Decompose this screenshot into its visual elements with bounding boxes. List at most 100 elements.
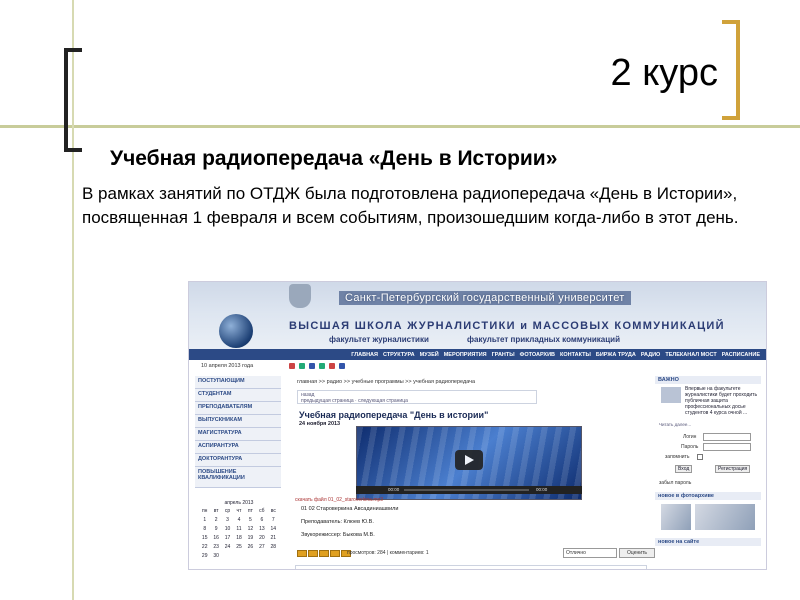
forgot-password-link[interactable]: забыл пароль [659, 480, 691, 486]
calendar-day[interactable]: 4 [233, 517, 244, 523]
calendar-day[interactable]: 30 [210, 553, 221, 559]
calendar-day[interactable]: 13 [256, 526, 267, 532]
calendar-day[interactable]: 22 [199, 544, 210, 550]
rss-icon[interactable] [329, 363, 335, 369]
download-link[interactable]: скачать файл 01_02_staroverkina.mp3 [295, 497, 383, 503]
nav-item-structure[interactable]: СТРУКТУРА [383, 352, 415, 358]
calendar-day[interactable]: 2 [210, 517, 221, 523]
top-navigation: ГЛАВНАЯ СТРУКТУРА МУЗЕЙ МЕРОПРИЯТИЯ ГРАН… [189, 349, 766, 360]
photo-thumbnail-1[interactable] [661, 504, 691, 530]
calendar-day[interactable]: ср [222, 508, 233, 514]
right-column: ВАЖНО Впервые на факультете журналистики… [655, 376, 761, 546]
player-time-end: 00:00 [536, 487, 548, 492]
school-name: ВЫСШАЯ ШКОЛА ЖУРНАЛИСТИКИ и МАССОВЫХ КОМ… [289, 320, 725, 332]
mail-icon[interactable] [299, 363, 305, 369]
home-icon[interactable] [339, 363, 345, 369]
sidebar-item-qualification[interactable]: ПОВЫШЕНИЕ КВАЛИФИКАЦИИ [195, 467, 281, 488]
calendar-day[interactable]: 27 [256, 544, 267, 550]
globe-icon [219, 314, 253, 348]
remember-checkbox[interactable] [697, 454, 703, 460]
calendar-day[interactable]: 1 [199, 517, 210, 523]
calendar-day[interactable]: 7 [268, 517, 279, 523]
progress-bar[interactable] [404, 489, 529, 491]
teacher-line: Преподаватель: Клюев Ю.В. [301, 519, 374, 525]
calendar-day[interactable]: 14 [268, 526, 279, 532]
nav-item-tv[interactable]: ТЕЛЕКАНАЛ МОСТ [665, 352, 716, 358]
calendar-day[interactable]: вт [210, 508, 221, 514]
calendar-day[interactable]: 17 [222, 535, 233, 541]
nav-item-events[interactable]: МЕРОПРИЯТИЯ [444, 352, 487, 358]
calendar-day[interactable]: 3 [222, 517, 233, 523]
rating-stars[interactable] [297, 550, 351, 557]
calendar-day[interactable]: 23 [210, 544, 221, 550]
calendar-day[interactable]: 11 [233, 526, 244, 532]
pager-links[interactable]: предыдущая страница · следующая страница [301, 398, 533, 404]
player-controls[interactable]: 00:00 00:00 [356, 486, 582, 494]
faculty-communications: факультет прикладных коммуникаций [467, 335, 620, 344]
calendar-day[interactable]: 29 [199, 553, 210, 559]
nav-item-photo-archive[interactable]: ФОТОАРХИВ [520, 352, 555, 358]
sidebar-item-masters[interactable]: МАГИСТРАТУРА [195, 428, 281, 441]
nav-item-museum[interactable]: МУЗЕЙ [420, 352, 439, 358]
calendar-day[interactable]: 20 [256, 535, 267, 541]
sidebar-item-applicants[interactable]: ПОСТУПАЮЩИМ [195, 376, 281, 389]
read-more-link[interactable]: Читать далее... [659, 422, 691, 427]
news-thumbnail[interactable] [661, 387, 681, 403]
calendar-day[interactable]: 19 [245, 535, 256, 541]
calendar-day[interactable]: пт [245, 508, 256, 514]
news-text: Впервые на факультете журналистики будет… [685, 386, 758, 416]
sidebar-item-doctorate[interactable]: ДОКТОРАНТУРА [195, 454, 281, 467]
calendar-day[interactable]: сб [256, 508, 267, 514]
sidebar-item-postgraduate[interactable]: АСПИРАНТУРА [195, 441, 281, 454]
sidebar-item-graduates[interactable]: ВЫПУСКНИКАМ [195, 415, 281, 428]
nav-item-contacts[interactable]: КОНТАКТЫ [560, 352, 591, 358]
calendar-day[interactable]: 16 [210, 535, 221, 541]
calendar-day[interactable]: пн [199, 508, 210, 514]
nav-item-grants[interactable]: ГРАНТЫ [492, 352, 515, 358]
nav-item-schedule[interactable]: РАСПИСАНИЕ [722, 352, 760, 358]
article-title: Учебная радиопередача "День в истории" [299, 410, 489, 420]
comment-box[interactable] [295, 565, 647, 569]
article-date: 24 ноября 2013 [299, 421, 341, 427]
calendar-day[interactable]: 5 [245, 517, 256, 523]
calendar-day[interactable]: 21 [268, 535, 279, 541]
site-news-heading: новое на сайте [655, 538, 761, 546]
rating-select[interactable]: Отлично [563, 548, 617, 558]
photo-thumbnail-2[interactable] [695, 504, 755, 530]
play-icon[interactable] [455, 450, 483, 470]
login-button[interactable]: Вход [675, 465, 693, 473]
site-banner: Санкт-Петербургский государственный унив… [189, 282, 766, 349]
share-icon[interactable] [319, 363, 325, 369]
calendar-day[interactable]: 15 [199, 535, 210, 541]
calendar-day[interactable]: 6 [256, 517, 267, 523]
nav-item-jobs[interactable]: БИРЖА ТРУДА [596, 352, 636, 358]
slide-title: 2 курс [610, 52, 718, 94]
photo-archive-heading: новое в фотоархиве [655, 492, 761, 500]
calendar-day[interactable]: 18 [233, 535, 244, 541]
calendar-day[interactable]: 25 [233, 544, 244, 550]
sidebar-item-students[interactable]: СТУДЕНТАМ [195, 389, 281, 402]
bookmark-icon[interactable] [309, 363, 315, 369]
nav-item-radio[interactable]: РАДИО [641, 352, 661, 358]
calendar-day[interactable]: 9 [210, 526, 221, 532]
print-icon[interactable] [289, 363, 295, 369]
item-title: 01 02 Староверкина Авсадиниашвили [301, 506, 399, 512]
calendar-day[interactable]: 24 [222, 544, 233, 550]
nav-item-home[interactable]: ГЛАВНАЯ [351, 352, 378, 358]
register-button[interactable]: Регистрация [715, 465, 751, 473]
remember-label: запомнить [665, 454, 690, 460]
calendar-widget: апрель 2013 пн вт ср чт пт сб вс 1 2 3 4 5 6 7 8 9 10 11 1… [199, 500, 279, 559]
login-input[interactable] [703, 433, 751, 441]
calendar-day[interactable]: 26 [245, 544, 256, 550]
calendar-day[interactable]: 12 [245, 526, 256, 532]
rate-button[interactable]: Оценить [619, 548, 655, 558]
sidebar-item-teachers[interactable]: ПРЕПОДАВАТЕЛЯМ [195, 402, 281, 415]
breadcrumb[interactable]: главная >> радио >> учебные программы >>… [297, 379, 475, 385]
password-input[interactable] [703, 443, 751, 451]
calendar-day[interactable]: чт [233, 508, 244, 514]
calendar-day[interactable]: вс [268, 508, 279, 514]
calendar-day[interactable]: 8 [199, 526, 210, 532]
calendar-day[interactable]: 28 [268, 544, 279, 550]
rating-row: просмотров: 284 | комментариев: 1 Отличн… [297, 548, 657, 559]
calendar-day[interactable]: 10 [222, 526, 233, 532]
